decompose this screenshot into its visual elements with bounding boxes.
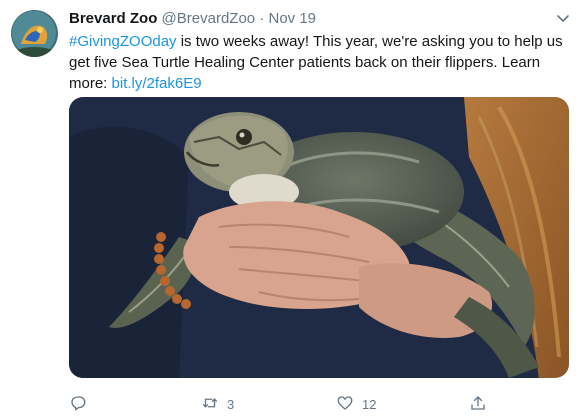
author-handle[interactable]: @BrevardZoo (162, 10, 256, 27)
retweet-count: 3 (227, 396, 235, 412)
tweet-header: Brevard Zoo @BrevardZoo · Nov 19 (69, 9, 316, 29)
share-icon (469, 394, 487, 415)
share-button[interactable] (469, 392, 495, 416)
reply-button[interactable] (69, 392, 95, 416)
like-count: 12 (362, 396, 377, 412)
tweet-photo[interactable] (69, 97, 569, 378)
like-button[interactable]: 12 (336, 392, 376, 416)
hashtag-link[interactable]: #GivingZOOday (69, 33, 177, 50)
retweet-icon (201, 394, 219, 415)
author-name[interactable]: Brevard Zoo (69, 10, 157, 27)
heart-icon (336, 394, 354, 415)
url-link[interactable]: bit.ly/2fak6E9 (112, 75, 202, 92)
chevron-down-icon[interactable] (556, 12, 570, 26)
retweet-button[interactable]: 3 (201, 392, 234, 416)
avatar[interactable] (11, 10, 58, 57)
tweet-date[interactable]: Nov 19 (268, 10, 316, 27)
header-separator: · (259, 10, 265, 27)
tweet-text: #GivingZOOday is two weeks away! This ye… (69, 31, 569, 94)
tweet-actions: 3 12 (69, 392, 569, 416)
reply-icon (69, 394, 87, 415)
